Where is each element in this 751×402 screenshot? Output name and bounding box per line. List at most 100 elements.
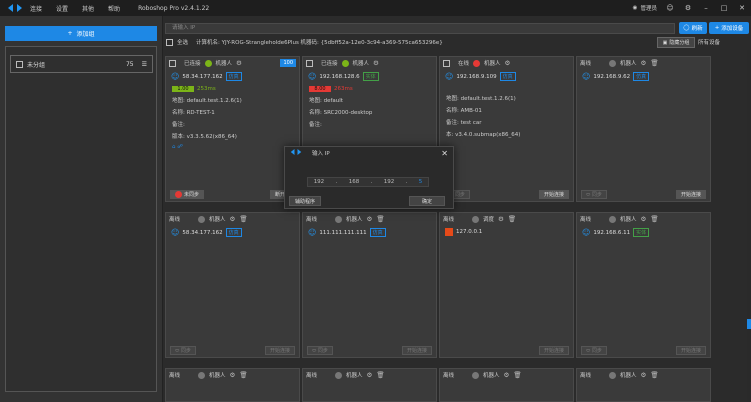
settings-icon[interactable]: ⚙ [641,371,647,379]
settings-icon[interactable]: ⚙ [641,215,647,223]
connect-button[interactable]: 开始连接 [675,189,706,199]
menu-help[interactable]: 帮助 [108,4,120,13]
network-icons: ⌂ ☍ [172,144,183,150]
trash-icon[interactable]: 🗑 [376,371,384,379]
settings-icon[interactable]: ⚙ [367,371,373,379]
settings-icon[interactable]: ⚙ [236,59,242,67]
select-all[interactable]: 全选 计算机名: YJY-ROG-Strangleholde6Plus 机器码:… [166,38,443,46]
device-type: 机器人 [346,373,363,379]
ping-ms: 263ms [334,86,353,92]
connect-button[interactable]: 开始连接 [538,189,569,199]
minimize-icon[interactable]: – [701,4,711,12]
status-dot [609,371,617,379]
device-card[interactable]: 离线 机器人 ⚙ 🗑 [165,368,300,402]
settings-icon[interactable]: ⚙ [230,215,236,223]
app-title: Roboshop Pro v2.4.1.22 [138,4,210,12]
device-card[interactable]: 离线 机器人 ⚙ 🗑 ☺ 58.34.177.162 仿真 ⬭ 同步 开始连接 [165,212,300,358]
device-type: 机器人 [620,217,637,223]
robot-icon: ☺ [582,228,591,237]
sync-button[interactable]: ⬭ 同步 [581,189,607,199]
device-card[interactable]: 离线 机器人 ⚙ 🗑 ☺ 111.111.111.111 仿真 ⬭ 同步 开始连接 [302,212,437,358]
group-checkbox[interactable] [16,60,23,68]
device-type: 机器人 [352,61,370,67]
version-info: 本: v3.4.0.submap(x86_64) [446,132,521,138]
maximize-icon[interactable]: □ [719,4,729,12]
card-checkbox[interactable] [169,59,176,67]
ip-octet[interactable]: 192 [314,179,325,185]
device-card[interactable]: 离线 机器人 ⚙ 🗑 [439,368,574,402]
device-card[interactable]: 离线 机器人 ⚙ 🗑 [576,368,711,402]
settings-icon[interactable]: ⚙ [373,59,379,67]
trash-icon[interactable]: 🗑 [508,215,516,223]
connection-status: 离线 [443,373,455,379]
settings-icon[interactable]: ⚙ [641,59,647,67]
select-all-checkbox[interactable] [166,38,173,46]
settings-icon[interactable]: ⚙ [498,215,504,223]
sync-button[interactable]: ⬭ 同步 [170,345,196,355]
connection-status: 离线 [306,217,318,223]
trash-icon[interactable]: 🗑 [376,215,384,223]
close-icon[interactable]: ✕ [441,149,448,158]
trash-icon[interactable]: 🗑 [650,59,658,67]
gear-icon[interactable]: ⚙ [683,4,693,12]
device-card[interactable]: 在线 机器人 ⚙ ☺ 192.168.9.109 仿真 地图: default.te… [439,56,574,202]
ip-address-input[interactable]: 192. 168. 192. 5 [307,177,429,187]
group-list: 未分组 75 ☰ [5,46,157,392]
settings-icon[interactable]: ⚙ [367,215,373,223]
menu-settings[interactable]: 设置 [56,4,68,13]
ip-octet[interactable]: 192 [384,179,395,185]
add-device-button[interactable]: + 添加设备 [709,22,749,34]
scrollbar[interactable] [747,50,751,402]
ip-octet[interactable]: 5 [419,179,423,185]
add-group-button[interactable]: + 添加组 [5,26,157,41]
device-card[interactable]: 离线 机器人 ⚙ 🗑 [302,368,437,402]
version-info: 版本: v3.3.5.62(x86_64) [172,134,237,140]
plus-icon: + [714,25,720,31]
close-icon[interactable]: ✕ [737,4,747,12]
menu-connect[interactable]: 连接 [30,4,42,13]
menu-other[interactable]: 其他 [82,4,94,13]
settings-icon[interactable]: ⚙ [504,371,510,379]
trash-icon[interactable]: 🗑 [650,371,658,379]
sync-button[interactable]: ⬭ 同步 [307,345,333,355]
trash-icon[interactable]: 🗑 [239,215,247,223]
settings-icon[interactable]: ⚙ [230,371,236,379]
trash-icon[interactable]: 🗑 [650,215,658,223]
robot-icon[interactable]: ☺ [665,4,675,12]
card-checkbox[interactable] [306,59,313,67]
app-window: 连接 设置 其他 帮助 Roboshop Pro v2.4.1.22 ◉ 管理员… [0,0,751,402]
device-card[interactable]: 离线 调度 ⚙ 🗑 127.0.0.1 开始连接 [439,212,574,358]
sync-button[interactable]: ⬭ 同步 [581,345,607,355]
refresh-button[interactable]: ◯ 刷新 [679,22,707,34]
connect-button[interactable]: 开始连接 [675,345,706,355]
connect-button[interactable]: 开始连接 [401,345,432,355]
device-card[interactable]: 离线 机器人 ⚙ 🗑 ☺ 192.168.6.11 实体 ⬭ 同步 开始连接 [576,212,711,358]
trash-icon[interactable]: 🗑 [239,371,247,379]
connection-status: 离线 [443,217,455,223]
device-card[interactable]: 已连接 机器人 ⚙ 100 ☺ 58.34.177.162 仿真 1.00 253ms… [165,56,300,202]
connect-button[interactable]: 开始连接 [538,345,569,355]
robot-icon: ☺ [445,72,454,81]
note-info: 备注: test car [446,120,482,126]
trash-icon[interactable]: 🗑 [513,371,521,379]
device-filter-select[interactable]: 所有设备 [698,38,720,46]
sync-button[interactable]: 未同步 [170,189,205,199]
device-card[interactable]: 离线 机器人 ⚙ 🗑 ☺ 192.168.9.62 仿真 ⬭ 同步 开始连接 [576,56,711,202]
list-icon[interactable]: ☰ [142,61,147,68]
card-checkbox[interactable] [443,59,450,67]
status-dot [472,371,480,379]
ip-octet[interactable]: 168 [349,179,360,185]
assist-program-button[interactable]: 辅助程序 [289,196,321,206]
scrollbar-thumb[interactable] [747,319,751,329]
ip-search-input[interactable]: 请输入 IP [165,23,675,34]
confirm-button[interactable]: 确定 [409,196,445,206]
group-item-ungrouped[interactable]: 未分组 75 ☰ [10,55,153,73]
group-name: 未分组 [27,61,46,69]
name-info: 名称: RD-TEST-1 [172,110,215,116]
type-badge: 仿真 [369,228,386,237]
settings-icon[interactable]: ⚙ [505,59,511,67]
connect-button[interactable]: 开始连接 [264,345,295,355]
connection-status: 离线 [580,61,592,67]
user-menu[interactable]: ◉ 管理员 [633,4,657,12]
hide-group-button[interactable]: ▣ 隐藏分组 [657,37,695,48]
